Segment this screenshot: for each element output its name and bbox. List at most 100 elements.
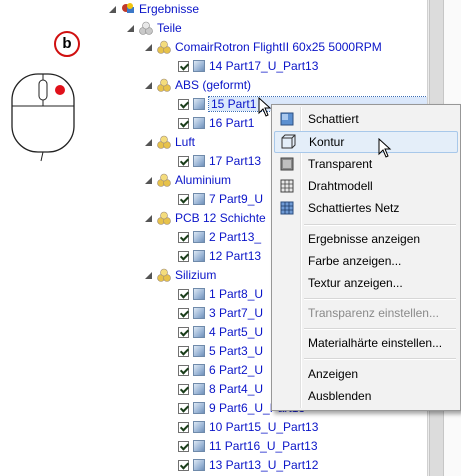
tree-part-node[interactable]: 1 Part8_U xyxy=(178,285,263,303)
tree-group-label: Aluminium xyxy=(175,173,232,187)
tree-part-node[interactable]: 8 Part4_U xyxy=(178,380,263,398)
tree-part-node[interactable]: 17 Part13 xyxy=(178,152,261,170)
tree-part-label: 14 Part17_U_Part13 xyxy=(209,59,319,73)
expand-arrow-icon[interactable] xyxy=(144,271,153,280)
part-icon xyxy=(193,364,205,376)
results-folder-icon xyxy=(122,3,134,13)
tree-group-node[interactable]: Aluminium xyxy=(144,171,231,189)
expand-arrow-icon[interactable] xyxy=(108,5,117,14)
tree-part-node[interactable]: 5 Part3_U xyxy=(178,342,263,360)
tree-part-label: 11 Part16_U_Part13 xyxy=(209,439,318,453)
tree-root-label: Ergebnisse xyxy=(139,2,200,16)
part-icon xyxy=(193,155,205,167)
menu-item-label: Materialhärte einstellen... xyxy=(308,336,443,350)
tree-part-node[interactable]: 12 Part13 xyxy=(178,247,261,265)
visibility-checkbox[interactable] xyxy=(178,459,189,471)
material-group-icon xyxy=(157,135,171,149)
tree-part-node[interactable]: 7 Part9_U xyxy=(178,190,263,208)
tree-part-label: 1 Part8_U xyxy=(209,287,264,301)
menu-item-show-results[interactable]: Ergebnisse anzeigen xyxy=(274,228,458,250)
tree-part-node[interactable]: 6 Part2_U xyxy=(178,361,263,379)
menu-item-set-hardness[interactable]: Materialhärte einstellen... xyxy=(274,332,458,354)
part-icon xyxy=(193,402,205,414)
tree-part-node[interactable]: 13 Part13_U_Part12 xyxy=(178,456,318,474)
menu-item-show-texture[interactable]: Textur anzeigen... xyxy=(274,272,458,294)
visibility-checkbox[interactable] xyxy=(178,117,189,129)
tree-group-label: ABS (geformt) xyxy=(175,78,252,92)
tree-group-label: Silizium xyxy=(175,268,217,282)
expand-arrow-icon[interactable] xyxy=(126,24,135,33)
tree-part-label: 10 Part15_U_Part13 xyxy=(209,420,319,434)
menu-item-label: Anzeigen xyxy=(308,367,359,381)
visibility-checkbox[interactable] xyxy=(178,231,189,243)
material-group-icon xyxy=(157,78,171,92)
visibility-checkbox[interactable] xyxy=(178,307,189,319)
part-icon xyxy=(193,231,205,243)
menu-item-label: Schattiertes Netz xyxy=(308,201,400,215)
visibility-checkbox[interactable] xyxy=(178,421,189,433)
tree-part-node[interactable]: 3 Part7_U xyxy=(178,304,263,322)
visibility-checkbox[interactable] xyxy=(178,383,189,395)
visibility-checkbox[interactable] xyxy=(178,440,189,452)
menu-item-label: Transparent xyxy=(308,157,373,171)
tree-group-label: PCB 12 Schichte xyxy=(175,211,266,225)
tree-part-label: 6 Part2_U xyxy=(209,363,264,377)
part-icon xyxy=(193,345,205,357)
tree-part-node[interactable]: 2 Part13_ xyxy=(178,228,261,246)
tree-part-node[interactable]: 11 Part16_U_Part13 xyxy=(178,437,318,455)
outline-icon xyxy=(281,134,296,149)
transparent-icon xyxy=(280,157,294,171)
menu-item-shaded[interactable]: Schattiert xyxy=(274,108,458,130)
menu-item-shaded-mesh[interactable]: Schattiertes Netz xyxy=(274,197,458,219)
tree-part-label: 13 Part13_U_Part12 xyxy=(209,458,319,472)
tree-node-results[interactable]: Ergebnisse xyxy=(108,0,199,18)
menu-item-show[interactable]: Anzeigen xyxy=(274,363,458,385)
context-menu: Schattiert Kontur Transparent Drahtmodel… xyxy=(271,104,461,411)
visibility-checkbox[interactable] xyxy=(178,250,189,262)
visibility-checkbox[interactable] xyxy=(178,60,189,72)
expand-arrow-icon[interactable] xyxy=(144,138,153,147)
tree-group-node[interactable]: Luft xyxy=(144,133,195,151)
visibility-checkbox[interactable] xyxy=(178,364,189,376)
menu-item-wireframe[interactable]: Drahtmodell xyxy=(274,175,458,197)
tree-part-label: 17 Part13 xyxy=(209,154,262,168)
tree-part-node[interactable]: 16 Part1 xyxy=(178,114,254,132)
tree-group-node[interactable]: ABS (geformt) xyxy=(144,76,251,94)
visibility-checkbox[interactable] xyxy=(178,402,189,414)
tree-parts-label: Teile xyxy=(157,21,182,35)
tree-part-label: 3 Part7_U xyxy=(209,306,264,320)
tree-part-node[interactable]: 14 Part17_U_Part13 xyxy=(178,57,318,75)
menu-item-show-color[interactable]: Farbe anzeigen... xyxy=(274,250,458,272)
expand-arrow-icon[interactable] xyxy=(144,214,153,223)
visibility-checkbox[interactable] xyxy=(178,345,189,357)
visibility-checkbox[interactable] xyxy=(178,155,189,167)
tree-node-parts[interactable]: Teile xyxy=(126,19,182,37)
menu-item-label: Kontur xyxy=(309,135,345,149)
part-icon xyxy=(193,288,205,300)
menu-separator xyxy=(304,358,456,360)
tree-group-node[interactable]: PCB 12 Schichte xyxy=(144,209,266,227)
expand-arrow-icon[interactable] xyxy=(144,176,153,185)
visibility-checkbox[interactable] xyxy=(178,193,189,205)
tree-part-node[interactable]: 4 Part5_U xyxy=(178,323,263,341)
menu-item-hide[interactable]: Ausblenden xyxy=(274,385,458,407)
menu-item-label: Ausblenden xyxy=(308,389,372,403)
menu-item-transparent[interactable]: Transparent xyxy=(274,153,458,175)
expand-arrow-icon[interactable] xyxy=(144,43,153,52)
tree-part-label: 5 Part3_U xyxy=(209,344,264,358)
menu-separator xyxy=(304,224,456,226)
expand-arrow-icon[interactable] xyxy=(144,81,153,90)
visibility-checkbox[interactable] xyxy=(178,326,189,338)
tree-group-node[interactable]: ComairRotron FlightII 60x25 5000RPM xyxy=(144,38,382,56)
menu-item-outline[interactable]: Kontur xyxy=(274,131,458,153)
menu-item-label: Transparenz einstellen... xyxy=(308,306,439,320)
tree-group-label: ComairRotron FlightII 60x25 5000RPM xyxy=(175,40,382,54)
part-icon xyxy=(193,440,205,452)
tree-group-node[interactable]: Silizium xyxy=(144,266,216,284)
shaded-mesh-icon xyxy=(280,201,294,215)
tree-part-node[interactable]: 10 Part15_U_Part13 xyxy=(178,418,318,436)
part-icon xyxy=(193,117,205,129)
part-icon xyxy=(193,459,205,471)
visibility-checkbox[interactable] xyxy=(178,98,189,110)
visibility-checkbox[interactable] xyxy=(178,288,189,300)
